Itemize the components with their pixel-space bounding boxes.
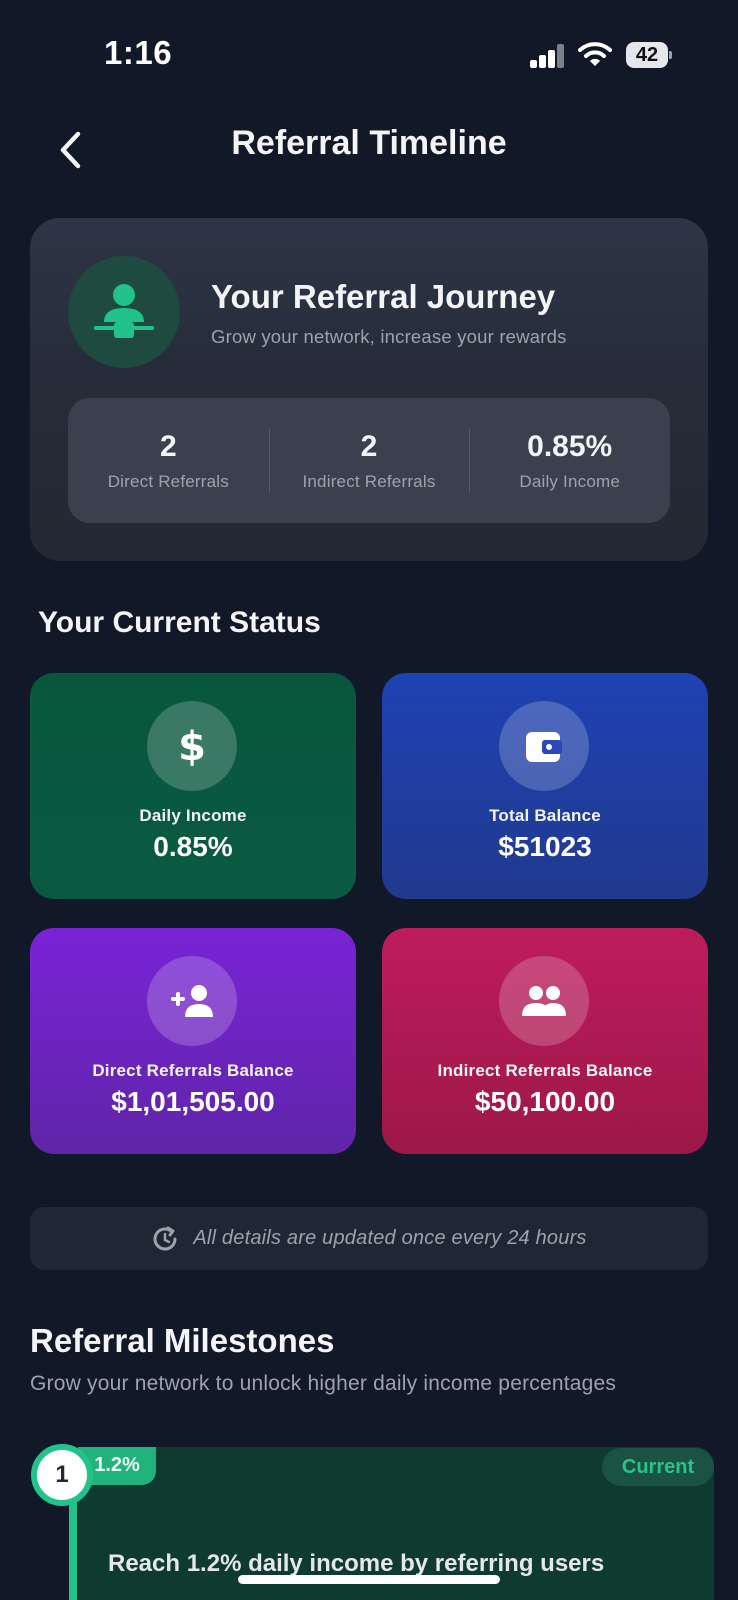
clock-refresh-icon: [153, 1226, 177, 1250]
page-title: Referral Timeline: [231, 124, 507, 162]
users-icon: [499, 956, 589, 1046]
referral-stats: 2 Direct Referrals 2 Indirect Referrals …: [68, 398, 670, 523]
daily-income-tile[interactable]: $ Daily Income 0.85%: [30, 673, 356, 899]
back-button[interactable]: [48, 124, 92, 176]
milestones-title: Referral Milestones: [30, 1322, 335, 1359]
stat-label: Daily Income: [519, 471, 621, 491]
stat-value: 0.85%: [527, 429, 613, 463]
tile-label: Direct Referrals Balance: [92, 1061, 294, 1080]
status-time: 1:16: [104, 34, 173, 71]
wifi-icon: [578, 40, 612, 68]
battery-level: 42: [635, 44, 659, 66]
milestone-status-badge: Current: [602, 1448, 714, 1486]
status-bar: 1:16 42: [0, 0, 738, 100]
stat-label: Indirect Referrals: [302, 471, 436, 491]
indirect-referrals-balance-tile[interactable]: Indirect Referrals Balance $50,100.00: [382, 928, 708, 1154]
milestone-number: 1: [31, 1444, 93, 1506]
tile-label: Total Balance: [489, 806, 601, 825]
user-plus-icon: [147, 956, 237, 1046]
chevron-left-icon: [60, 131, 81, 169]
tile-label: Daily Income: [139, 806, 247, 825]
current-status-title: Your Current Status: [38, 606, 321, 639]
svg-text:$: $: [178, 724, 206, 768]
stat-daily-income: 0.85% Daily Income: [469, 398, 670, 523]
total-balance-tile[interactable]: Total Balance $51023: [382, 673, 708, 899]
stat-direct-referrals: 2 Direct Referrals: [68, 398, 269, 523]
home-indicator[interactable]: [238, 1575, 500, 1584]
journey-subtitle: Grow your network, increase your rewards: [211, 326, 567, 347]
battery-icon: 42: [626, 42, 672, 68]
stat-value: 2: [360, 429, 378, 463]
network-user-icon: [68, 256, 180, 368]
stat-value: 2: [159, 429, 177, 463]
tile-value: $1,01,505.00: [111, 1086, 275, 1117]
dollar-icon: $: [147, 701, 237, 791]
journey-title: Your Referral Journey: [211, 278, 556, 315]
info-text: All details are updated once every 24 ho…: [193, 1227, 587, 1249]
milestones-subtitle: Grow your network to unlock higher daily…: [30, 1372, 617, 1395]
stat-indirect-referrals: 2 Indirect Referrals: [268, 398, 470, 523]
signal-icon: [530, 44, 566, 68]
milestone-description: Reach 1.2% daily income by referring use…: [108, 1550, 605, 1577]
tile-value: 0.85%: [153, 831, 233, 862]
update-info-bar: All details are updated once every 24 ho…: [30, 1207, 708, 1270]
tile-value: $50,100.00: [474, 1086, 616, 1117]
stat-label: Direct Referrals: [107, 471, 229, 491]
wallet-icon: [499, 701, 589, 791]
tile-label: Indirect Referrals Balance: [437, 1061, 653, 1080]
tile-value: $51023: [498, 831, 592, 862]
referral-journey-card: Your Referral Journey Grow your network,…: [30, 218, 708, 561]
direct-referrals-balance-tile[interactable]: Direct Referrals Balance $1,01,505.00: [30, 928, 356, 1154]
